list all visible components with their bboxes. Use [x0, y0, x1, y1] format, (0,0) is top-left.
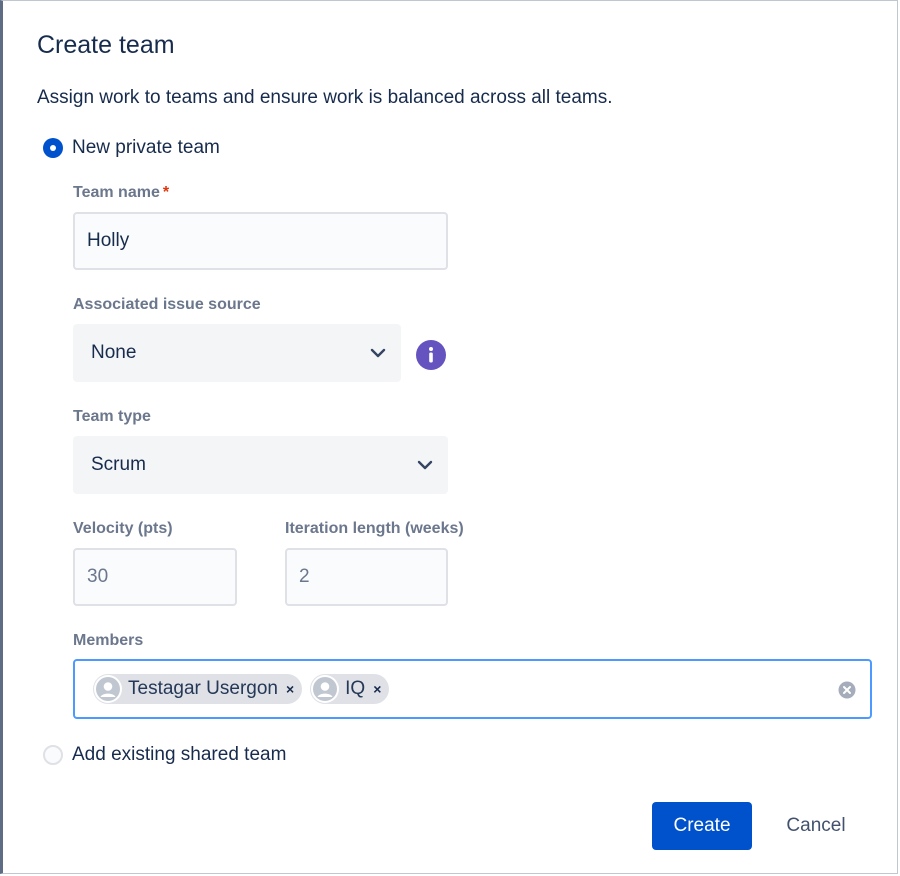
user-avatar-icon	[96, 677, 120, 701]
user-avatar-icon	[313, 677, 338, 701]
velocity-label: Velocity (pts)	[73, 520, 173, 537]
radio-checked-icon[interactable]	[43, 138, 63, 158]
member-chip: IQ ×	[310, 674, 390, 704]
create-button[interactable]: Create	[652, 802, 752, 850]
avatar-icon	[311, 675, 340, 703]
radio-new-private-team[interactable]: New private team	[43, 137, 220, 159]
members-picker[interactable]: Testagar Usergon × IQ ×	[73, 659, 872, 719]
required-marker: *	[162, 184, 170, 201]
member-name: Testagar Usergon	[128, 678, 278, 699]
remove-member-icon[interactable]: ×	[373, 681, 381, 697]
chevron-down-icon	[417, 460, 433, 470]
velocity-value: 30	[87, 566, 109, 587]
team-name-label: Team name *	[73, 184, 169, 202]
dialog-description: Assign work to teams and ensure work is …	[37, 87, 613, 108]
dialog-title: Create team	[37, 31, 175, 59]
chevron-down-icon	[370, 348, 386, 358]
info-icon[interactable]	[416, 340, 446, 370]
radio-label: Add existing shared team	[72, 744, 287, 765]
info-glyph	[429, 347, 433, 363]
cancel-button[interactable]: Cancel	[766, 802, 866, 850]
radio-unchecked-icon[interactable]	[43, 745, 63, 765]
iteration-length-input[interactable]: 2	[285, 548, 448, 606]
issue-source-select[interactable]: None	[73, 324, 401, 382]
remove-member-icon[interactable]: ×	[286, 681, 294, 697]
team-type-value: Scrum	[91, 454, 146, 475]
issue-source-label: Associated issue source	[73, 296, 261, 313]
members-label: Members	[73, 632, 144, 649]
team-type-select[interactable]: Scrum	[73, 436, 448, 494]
team-name-value: Holly	[87, 230, 130, 251]
team-type-label: Team type	[73, 408, 151, 425]
radio-label: New private team	[72, 137, 220, 158]
member-name: IQ	[345, 678, 366, 699]
iteration-length-label: Iteration length (weeks)	[285, 520, 464, 537]
team-name-input[interactable]: Holly	[73, 212, 448, 270]
iteration-length-value: 2	[299, 566, 310, 587]
team-name-label-text: Team name	[73, 184, 160, 201]
create-team-dialog: Create team Assign work to teams and ens…	[0, 0, 898, 874]
radio-add-existing-shared-team[interactable]: Add existing shared team	[43, 744, 286, 766]
velocity-input[interactable]: 30	[73, 548, 237, 606]
avatar-icon	[94, 675, 122, 703]
member-chip: Testagar Usergon ×	[93, 674, 303, 704]
clear-all-icon[interactable]	[838, 681, 856, 699]
issue-source-value: None	[91, 342, 137, 363]
